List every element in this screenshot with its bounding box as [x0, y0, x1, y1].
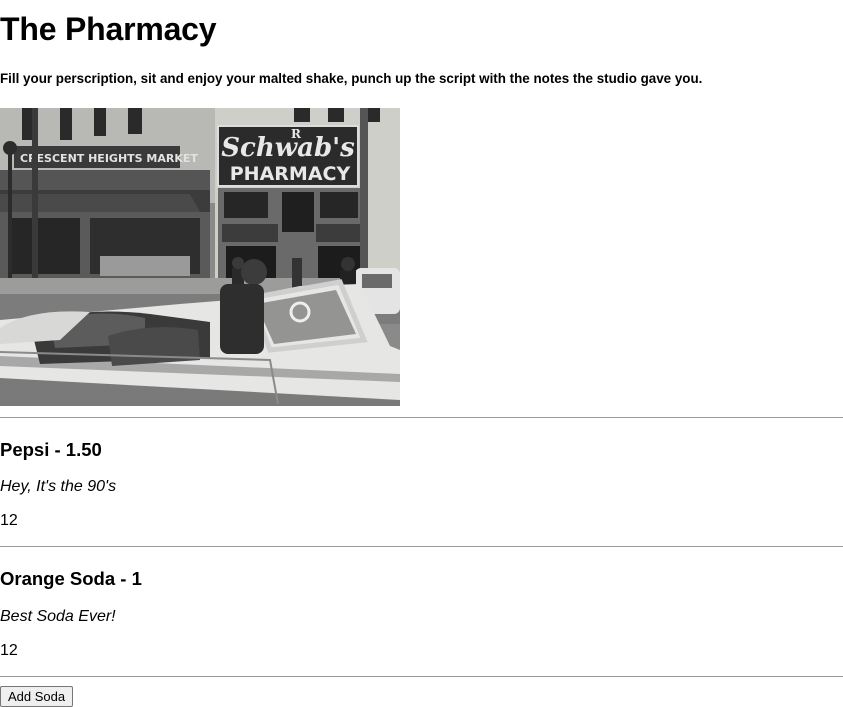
- soda-description: Hey, It's the 90's: [0, 478, 117, 495]
- soda-quantity: 12: [0, 512, 18, 529]
- divider: [0, 676, 843, 677]
- pharmacy-sign-rx: R: [291, 127, 302, 141]
- soda-description: Best Soda Ever!: [0, 608, 116, 625]
- divider: [0, 417, 843, 418]
- pharmacy-photo: CRESCENT HEIGHTS MARKET Schwab's PHARMAC…: [0, 108, 400, 406]
- soda-quantity: 12: [0, 642, 18, 659]
- soda-name-price: Orange Soda - 1: [0, 568, 142, 589]
- add-soda-button[interactable]: Add Soda: [0, 686, 74, 707]
- pharmacy-sign-text: PHARMACY: [230, 163, 351, 185]
- soda-name-price: Pepsi - 1.50: [0, 439, 102, 460]
- pharmacy-sign-script: Schwab's: [221, 133, 355, 163]
- page: The Pharmacy Fill your perscription, sit…: [0, 0, 843, 707]
- page-title: The Pharmacy: [0, 11, 217, 47]
- page-subtitle: Fill your perscription, sit and enjoy yo…: [0, 71, 703, 86]
- divider: [0, 546, 843, 547]
- market-sign-text: CRESCENT HEIGHTS MARKET: [20, 152, 198, 165]
